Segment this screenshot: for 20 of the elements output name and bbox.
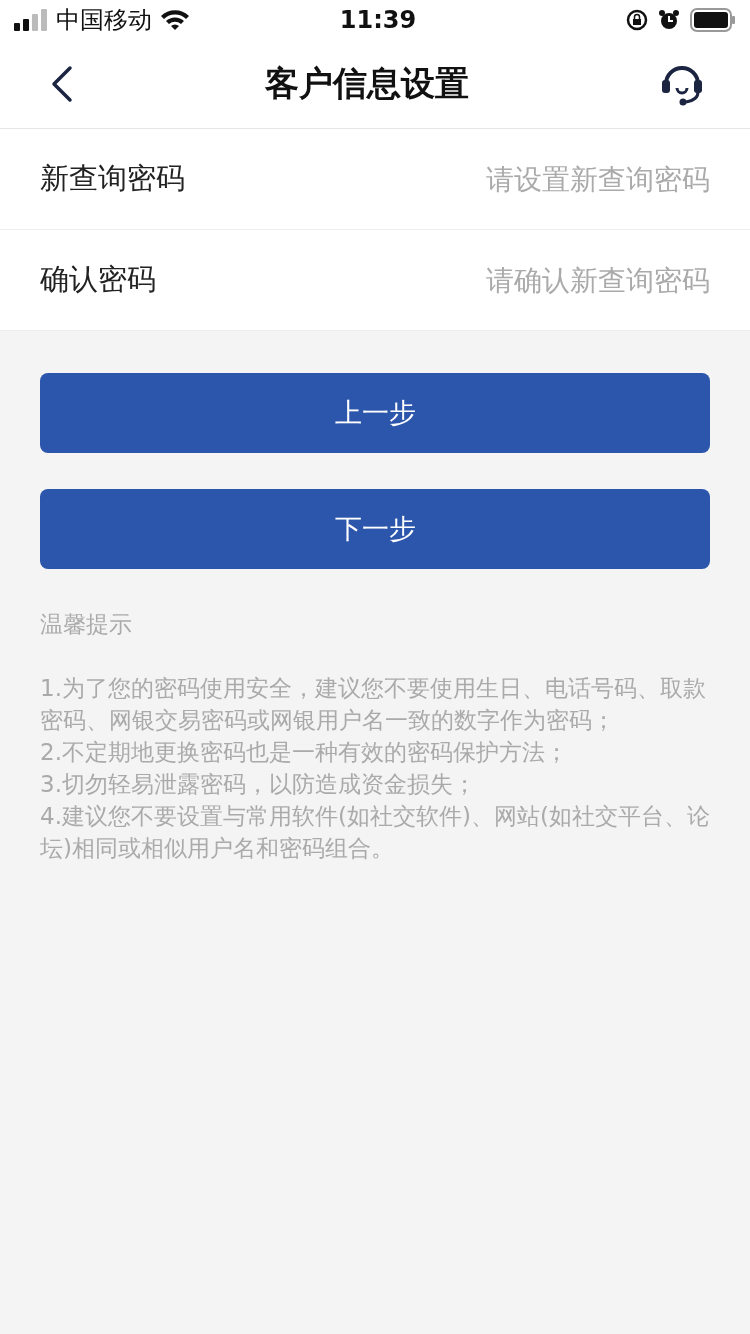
page-title: 客户信息设置 <box>265 62 469 105</box>
back-icon[interactable] <box>50 65 74 103</box>
tip-text: 3.切勿轻易泄露密码，以防造成资金损失； <box>40 770 477 799</box>
field-label: 新查询密码 <box>40 160 186 197</box>
tip-text: 1.为了您的密码使用安全，建议您不要使用生日、电话号码、取款密码、网银交易密码或网银用户名一致的数字作为密码； <box>40 674 707 735</box>
wifi-icon <box>160 9 190 31</box>
signal-icon <box>14 9 48 31</box>
password-field[interactable]: 请设置新查询密码 <box>310 162 710 196</box>
carrier-name: 中国移动 <box>56 5 152 36</box>
rotation-lock-icon <box>626 9 648 31</box>
alarm-icon <box>658 9 680 31</box>
field-label: 确认密码 <box>40 261 157 298</box>
password-field[interactable]: 请确认新查询密码 <box>310 263 710 297</box>
previous-button[interactable]: 上一步 <box>40 373 710 453</box>
tips-title: 温馨提示 <box>40 610 133 639</box>
tip-text: 4.建议您不要设置与常用软件(如社交软件)、网站(如社交平台、论坛)相同或相似用户名和密码组合。 <box>40 802 710 863</box>
tip-text: 2.不定期地更换密码也是一种有效的密码保护方法； <box>40 738 569 767</box>
battery-icon <box>690 8 736 32</box>
next-button[interactable]: 下一步 <box>40 489 710 569</box>
status-time: 11:39 <box>339 6 417 34</box>
